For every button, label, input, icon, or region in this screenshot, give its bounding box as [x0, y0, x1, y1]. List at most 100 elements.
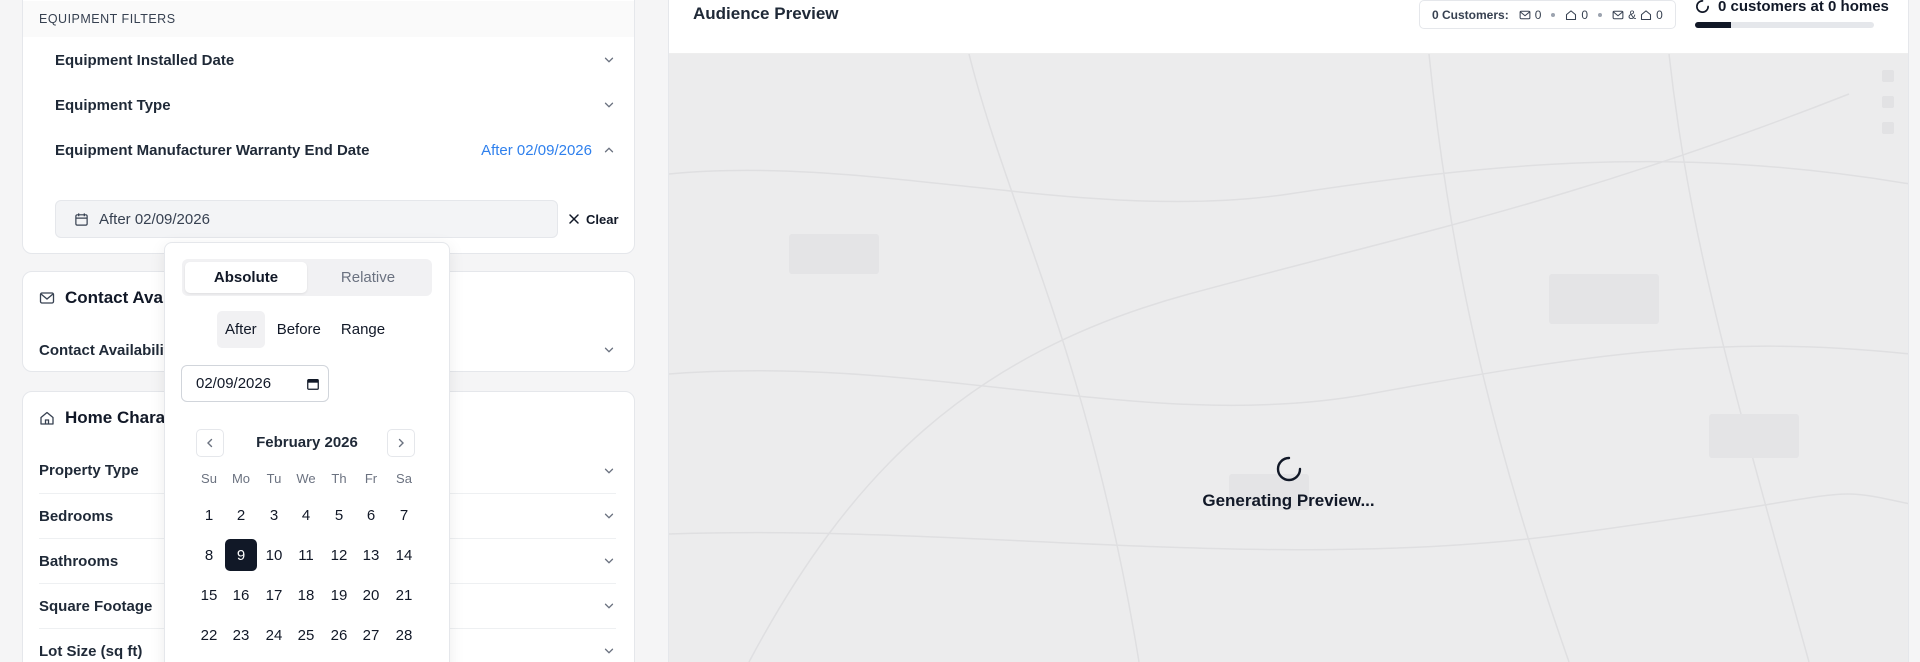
chevron-down-icon — [604, 347, 614, 353]
chevron-down-icon — [604, 468, 614, 474]
mode-after-button[interactable]: After — [217, 311, 265, 348]
progress-bar — [1695, 22, 1874, 28]
filter-label: Equipment Manufacturer Warranty End Date — [55, 141, 370, 159]
weekday-label: Th — [331, 471, 347, 486]
map-view[interactable]: Generating Preview... — [669, 54, 1908, 662]
loading-overlay: Generating Preview... — [669, 455, 1908, 511]
filter-label: Bathrooms — [39, 552, 119, 570]
filters-panel: EQUIPMENT FILTERS Equipment Installed Da… — [0, 0, 668, 662]
calendar-day[interactable]: 28 — [388, 619, 420, 651]
calendar-day[interactable]: 24 — [258, 619, 290, 651]
preview-header: Audience Preview 0 Customers: 0 0 & 0 0 — [669, 0, 1908, 54]
date-range-trigger[interactable]: After 02/09/2026 — [55, 200, 558, 238]
filter-equipment-type[interactable]: Equipment Type — [55, 83, 616, 127]
mail-icon — [39, 292, 55, 304]
customers-label: 0 Customers: — [1432, 7, 1509, 22]
calendar-day[interactable]: 23 — [225, 619, 257, 651]
calendar-day[interactable]: 25 — [290, 619, 322, 651]
chevron-down-icon — [604, 57, 614, 63]
filter-label: Lot Size (sq ft) — [39, 642, 143, 660]
calendar-day[interactable]: 19 — [323, 579, 355, 611]
weekday-label: Fr — [364, 471, 378, 486]
filter-equipment-installed-date[interactable]: Equipment Installed Date — [55, 38, 616, 82]
filter-label: Bedrooms — [39, 507, 114, 525]
calendar-day[interactable]: 11 — [290, 539, 322, 571]
zoom-in-button[interactable] — [1882, 70, 1894, 82]
mode-range-button[interactable]: Range — [333, 311, 393, 348]
calendar-day[interactable]: 4 — [290, 499, 322, 531]
map-background — [669, 54, 1908, 662]
filter-warranty-end-date[interactable]: Equipment Manufacturer Warranty End Date… — [55, 128, 616, 172]
date-mode-options: After Before Range — [217, 311, 393, 348]
calendar-day[interactable]: 10 — [258, 539, 290, 571]
chevron-down-icon — [604, 558, 614, 564]
calendar-day-selected[interactable]: 9 — [225, 539, 257, 571]
calendar-day[interactable]: 26 — [323, 619, 355, 651]
calendar-day[interactable]: 15 — [193, 579, 225, 611]
calendar-day[interactable]: 5 — [323, 499, 355, 531]
weekday-label: Su — [201, 471, 217, 486]
calendar-day[interactable]: 7 — [388, 499, 420, 531]
calendar-day[interactable]: 16 — [225, 579, 257, 611]
home-count-group: 0 — [1565, 8, 1588, 22]
filter-active-value: After 02/09/2026 — [481, 141, 592, 159]
tab-relative[interactable]: Relative — [307, 262, 429, 293]
compass-button[interactable] — [1882, 122, 1894, 134]
mail-icon — [1519, 10, 1531, 19]
chevron-down-icon — [604, 513, 614, 519]
chevron-down-icon — [604, 648, 614, 654]
weekday-label: Sa — [396, 471, 412, 486]
home-title-text: Home Charac — [65, 408, 175, 427]
mail-icon — [1612, 10, 1624, 19]
calendar-day[interactable]: 1 — [193, 499, 225, 531]
calendar-day[interactable]: 12 — [323, 539, 355, 571]
date-input-value: 02/09/2026 — [196, 375, 272, 392]
clear-button[interactable]: Clear — [568, 200, 619, 238]
date-input[interactable]: 02/09/2026 — [181, 365, 329, 402]
calendar-day[interactable]: 2 — [225, 499, 257, 531]
calendar-icon[interactable] — [306, 377, 320, 391]
both-count: 0 — [1656, 7, 1663, 22]
separator-dot — [1598, 12, 1603, 17]
equipment-filters-card: EQUIPMENT FILTERS Equipment Installed Da… — [22, 0, 635, 254]
home-icon — [40, 411, 54, 425]
date-range-value: After 02/09/2026 — [99, 210, 210, 228]
home-count: 0 — [1581, 7, 1589, 22]
filter-label: Equipment Type — [55, 96, 171, 114]
chevron-down-icon — [604, 603, 614, 609]
calendar-day[interactable]: 18 — [290, 579, 322, 611]
email-count: 0 — [1534, 7, 1542, 22]
both-separator: & — [1628, 7, 1637, 22]
calendar-day[interactable]: 13 — [355, 539, 387, 571]
home-icon — [1566, 9, 1577, 20]
calendar-day[interactable]: 17 — [258, 579, 290, 611]
home-icon — [1641, 9, 1652, 20]
calendar-day[interactable]: 14 — [388, 539, 420, 571]
zoom-out-button[interactable] — [1882, 96, 1894, 108]
filter-label: Square Footage — [39, 597, 153, 615]
separator-dot — [1551, 12, 1556, 17]
calendar-day[interactable]: 21 — [388, 579, 420, 611]
audience-preview-panel: Audience Preview 0 Customers: 0 0 & 0 0 — [668, 0, 1909, 662]
calendar-icon — [75, 212, 88, 226]
calendar-day[interactable]: 20 — [355, 579, 387, 611]
calendar-day[interactable]: 3 — [258, 499, 290, 531]
weekday-label: Tu — [266, 471, 282, 486]
calendar-day[interactable]: 8 — [193, 539, 225, 571]
calendar-day[interactable]: 27 — [355, 619, 387, 651]
filter-label: Contact Availability — [39, 341, 178, 359]
spinner-icon — [1276, 456, 1301, 482]
spinner-icon — [1696, 0, 1709, 13]
mode-before-button[interactable]: Before — [269, 311, 329, 348]
close-icon — [569, 214, 579, 224]
map-controls — [1882, 70, 1894, 134]
calendar-day[interactable]: 6 — [355, 499, 387, 531]
calendar-day[interactable]: 22 — [193, 619, 225, 651]
tab-absolute[interactable]: Absolute — [185, 262, 307, 293]
next-month-button[interactable] — [387, 429, 415, 457]
both-count-group: & 0 — [1612, 8, 1663, 22]
preview-status: 0 customers at 0 homes — [1695, 0, 1889, 15]
filter-label: Property Type — [39, 462, 139, 479]
equipment-section-label: EQUIPMENT FILTERS — [23, 1, 634, 37]
weekday-label: We — [296, 471, 316, 486]
